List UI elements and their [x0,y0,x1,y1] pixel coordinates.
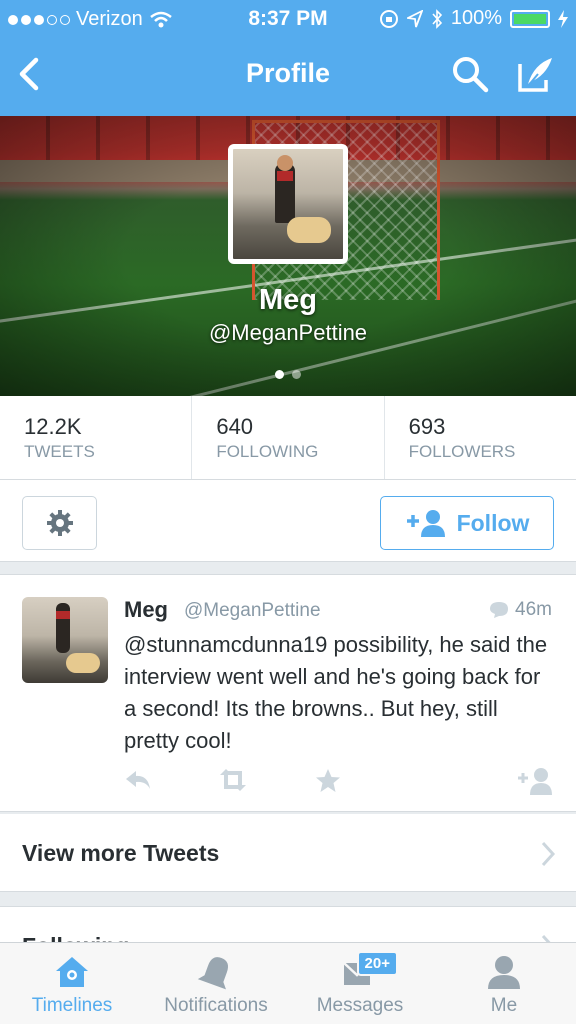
location-icon [406,9,423,27]
battery-percent: 100% [450,7,502,29]
gear-icon [46,510,73,536]
stat-label: TWEETS [24,442,95,461]
reply-bubble-icon [490,602,509,618]
tab-label: Messages [316,995,404,1016]
stat-value: 12.2K [24,414,82,439]
profile-stats: 12.2K TWEETS 640 FOLLOWING 693 FOLLOWERS [0,396,576,480]
view-more-label: View more Tweets [22,840,220,866]
tab-timelines[interactable]: Timelines [0,943,144,1024]
stat-value: 640 [216,414,254,439]
page-indicator[interactable] [0,370,576,379]
tab-notifications[interactable]: Notifications [144,943,288,1024]
status-bar: Verizon 8:37 PM 100% [0,0,576,38]
reply-icon[interactable] [124,767,154,793]
top-bar: Verizon 8:37 PM 100% Profile [0,0,576,116]
follow-button[interactable]: Follow [380,496,554,550]
chevron-right-icon [541,841,556,867]
profile-name: Meg [259,284,317,316]
tweet-author-handle: @MeganPettine [184,600,321,621]
tab-label: Me [490,995,518,1016]
bell-icon [197,957,228,990]
follow-user-icon[interactable] [516,767,554,795]
tab-messages[interactable]: 20+ Messages [288,943,432,1024]
stat-followers[interactable]: 693 FOLLOWERS [385,396,576,479]
profile-header[interactable]: Meg @MeganPettine [0,116,576,396]
search-icon[interactable] [450,54,490,94]
tweet-card[interactable]: Meg @MeganPettine 46m @stunnamcdunna19 p… [0,574,576,812]
compose-icon[interactable] [516,54,556,94]
stat-value: 693 [408,414,446,439]
stat-tweets[interactable]: 12.2K TWEETS [0,396,193,479]
rotation-lock-icon [379,9,398,28]
stat-following[interactable]: 640 FOLLOWING [192,396,385,479]
tweet-text: @stunnamcdunna19 possibility, he said th… [124,632,548,753]
person-icon [488,956,520,989]
tab-label: Notifications [164,995,268,1016]
tab-label: Timelines [31,995,113,1016]
battery-icon [510,9,550,28]
bluetooth-icon [432,8,442,29]
tweet-author-name[interactable]: Meg [124,597,168,623]
tweet-time: 46m [515,599,552,620]
profile-handle: @MeganPettine [208,320,368,345]
tab-bar: Timelines Notifications 20+ Messages Me [0,942,576,1024]
settings-button[interactable] [22,496,97,550]
tab-me[interactable]: Me [432,943,576,1024]
tweet-timestamp: 46m [489,599,552,621]
retweet-icon[interactable] [216,767,250,793]
profile-avatar[interactable] [228,144,348,264]
tweet-actions [124,767,554,797]
home-icon [56,957,88,987]
add-user-icon [406,510,445,537]
messages-badge: 20+ [356,951,398,976]
charging-icon [558,9,568,28]
favorite-icon[interactable] [314,767,342,795]
profile-actions: Follow [0,480,576,562]
view-more-tweets[interactable]: View more Tweets [0,814,576,892]
follow-label: Follow [456,509,530,536]
stat-label: FOLLOWERS [408,442,516,461]
tweet-avatar[interactable] [22,597,108,683]
stat-label: FOLLOWING [216,442,319,461]
